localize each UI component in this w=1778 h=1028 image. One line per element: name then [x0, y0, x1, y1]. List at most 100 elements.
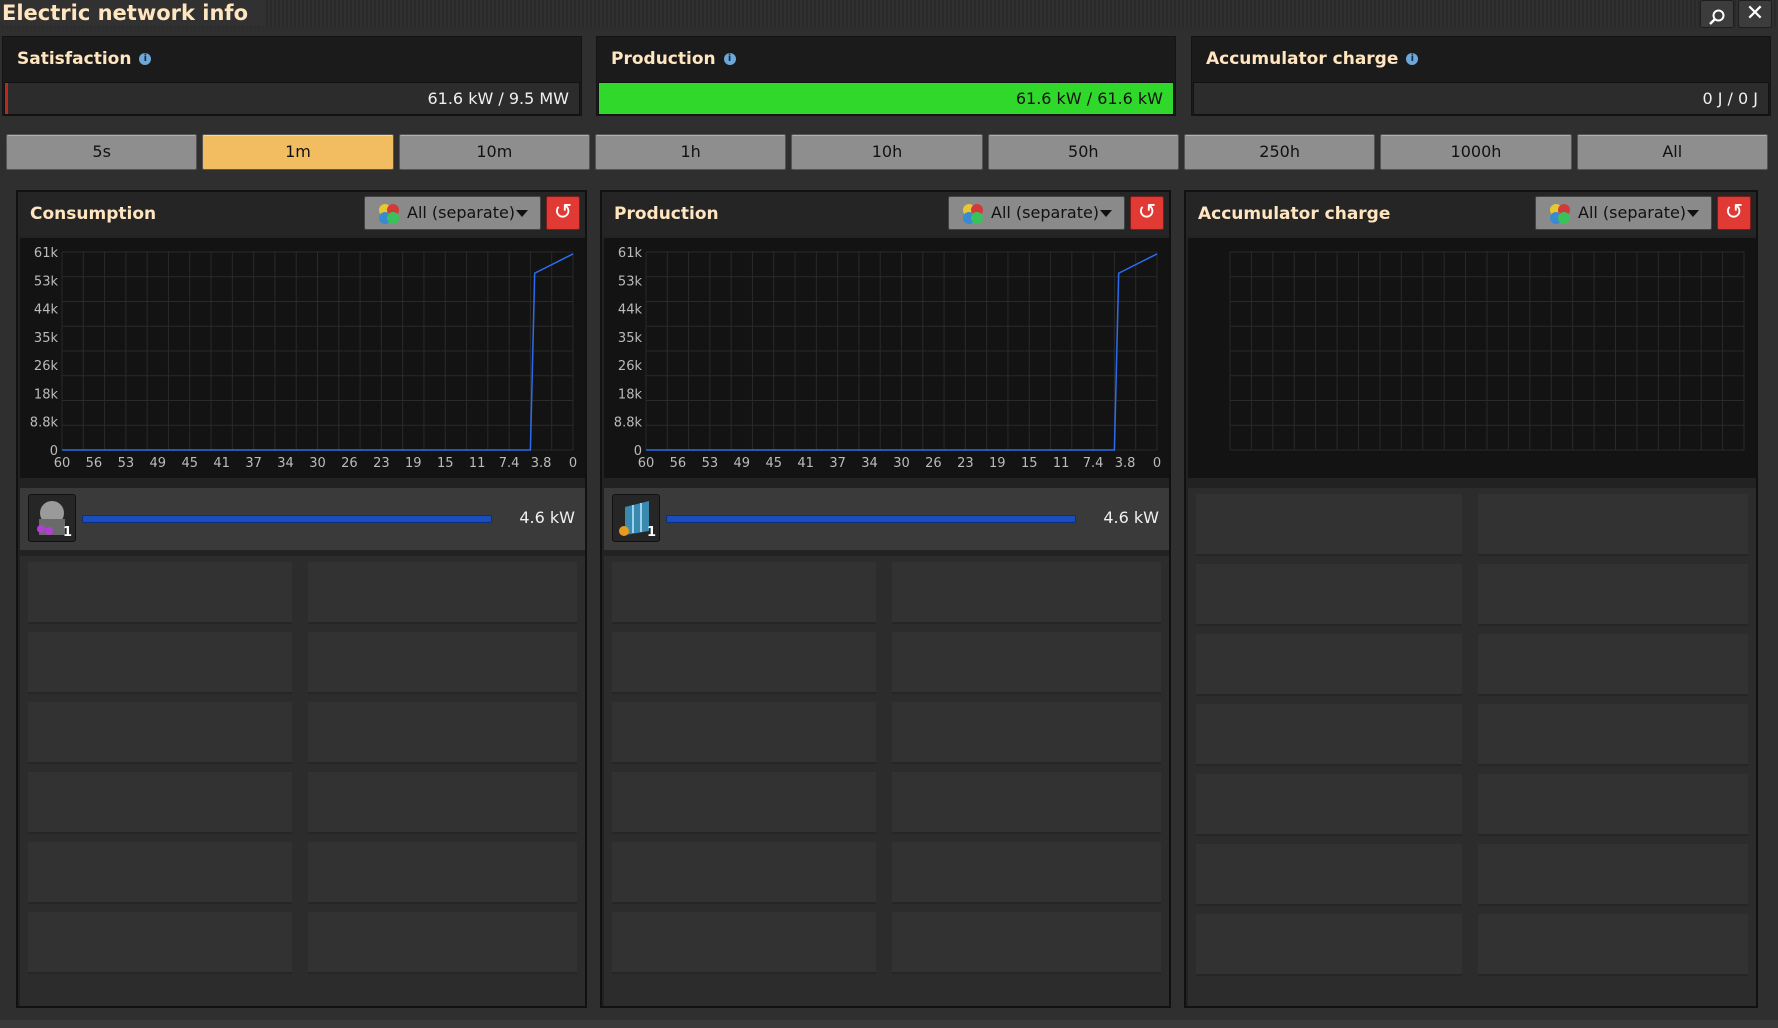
empty-slot	[1196, 704, 1462, 766]
tab-10h[interactable]: 10h	[791, 134, 983, 170]
entity-value: 4.6 kW	[519, 508, 575, 527]
x-tick-label: 15	[437, 456, 454, 471]
accumulator-header: Accumulator charge i	[1206, 49, 1419, 69]
x-tick-label: 37	[245, 456, 262, 471]
reset-icon: ↺	[1724, 200, 1744, 225]
filter-dropdown[interactable]: All (separate)	[1535, 196, 1712, 230]
reset-button[interactable]: ↺	[1130, 196, 1164, 230]
tab-1m[interactable]: 1m	[202, 134, 394, 170]
filter-dropdown[interactable]: All (separate)	[364, 196, 541, 230]
filter-label: All (separate)	[407, 203, 516, 222]
satisfaction-header: Satisfaction i	[17, 49, 152, 69]
accumulator-panel: Accumulator charge All (separate) ↺	[1184, 190, 1758, 1008]
close-button[interactable]: ✕	[1738, 0, 1772, 28]
info-icon[interactable]: i	[139, 53, 152, 65]
info-icon[interactable]: i	[723, 53, 736, 65]
x-tick-label: 49	[734, 456, 751, 471]
satisfaction-bar: 61.6 kW / 9.5 MW	[4, 82, 580, 115]
filter-label: All (separate)	[991, 203, 1100, 222]
x-tick-label: 0	[1153, 456, 1161, 471]
x-tick-label: 53	[702, 456, 719, 471]
panel-header: Accumulator charge All (separate) ↺	[1186, 192, 1756, 236]
x-tick-label: 41	[797, 456, 814, 471]
filter-dropdown[interactable]: All (separate)	[948, 196, 1125, 230]
empty-slot	[612, 702, 876, 764]
x-tick-label: 34	[277, 456, 294, 471]
x-tick-label: 23	[957, 456, 974, 471]
empty-slot	[892, 702, 1161, 764]
x-tick-label: 15	[1021, 456, 1038, 471]
tab-250h[interactable]: 250h	[1183, 134, 1376, 170]
entity-bar	[82, 515, 492, 523]
y-tick-label: 61k	[34, 246, 59, 261]
x-tick-label: 26	[925, 456, 942, 471]
empty-slot	[612, 912, 876, 974]
x-tick-label: 11	[1053, 456, 1070, 471]
lab-icon: 1	[28, 494, 76, 542]
search-button[interactable]	[1700, 0, 1734, 28]
empty-slot	[1196, 774, 1462, 836]
x-tick-label: 41	[213, 456, 230, 471]
empty-slot	[612, 772, 876, 834]
panel-header: Production All (separate) ↺	[602, 192, 1169, 236]
production-bar: 61.6 kW / 61.6 kW	[598, 82, 1174, 115]
empty-slot	[308, 842, 577, 904]
empty-slot	[892, 632, 1161, 694]
y-tick-label: 8.8k	[30, 416, 59, 431]
y-tick-label: 61k	[618, 246, 643, 261]
y-tick-label: 53k	[618, 274, 643, 289]
x-tick-label: 3.8	[531, 456, 552, 471]
chevron-down-icon	[1100, 210, 1112, 217]
entity-row[interactable]: 1 4.6 kW	[20, 488, 585, 550]
x-tick-label: 49	[150, 456, 167, 471]
y-tick-label: 18k	[34, 387, 59, 402]
x-tick-label: 45	[765, 456, 782, 471]
production-label: Production	[611, 49, 716, 69]
production-header: Production i	[611, 49, 736, 69]
all-signals-icon	[1550, 204, 1570, 224]
y-tick-label: 8.8k	[614, 416, 643, 431]
solar-panel-icon: 1	[612, 494, 660, 542]
tab-10m[interactable]: 10m	[398, 134, 590, 170]
close-icon: ✕	[1745, 1, 1765, 26]
accumulator-label: Accumulator charge	[1206, 49, 1399, 69]
accumulator-bar: 0 J / 0 J	[1193, 82, 1769, 115]
empty-slot	[1478, 494, 1748, 556]
entity-count: 1	[646, 525, 656, 540]
info-icon[interactable]: i	[1406, 53, 1419, 65]
entity-list	[604, 556, 1169, 1006]
tab-50h[interactable]: 50h	[987, 134, 1179, 170]
reset-button[interactable]: ↺	[546, 196, 580, 230]
x-tick-label: 0	[569, 456, 577, 471]
x-tick-label: 30	[893, 456, 910, 471]
x-tick-label: 34	[861, 456, 878, 471]
x-tick-label: 45	[181, 456, 198, 471]
tab-5s[interactable]: 5s	[6, 134, 198, 170]
empty-slot	[1196, 564, 1462, 626]
empty-slot	[1478, 634, 1748, 696]
production-panel: Production All (separate) ↺ 61k 53k 44k 35k…	[600, 190, 1171, 1008]
y-tick-label: 26k	[618, 359, 643, 374]
empty-slot	[308, 562, 577, 624]
panel-header: Consumption All (separate) ↺	[18, 192, 585, 236]
y-tick-label: 26k	[34, 359, 59, 374]
reset-icon: ↺	[553, 200, 573, 225]
empty-slot	[1478, 704, 1748, 766]
tab-1h[interactable]: 1h	[594, 134, 787, 170]
entity-list	[1188, 488, 1756, 1006]
entity-row[interactable]: 1 4.6 kW	[604, 488, 1169, 550]
x-tick-label: 7.4	[1083, 456, 1104, 471]
empty-slot	[612, 842, 876, 904]
empty-slot	[892, 562, 1161, 624]
empty-slot	[892, 912, 1161, 974]
empty-slot	[1478, 914, 1748, 976]
entity-list	[20, 556, 585, 1006]
production-box: Production i 61.6 kW / 61.6 kW	[596, 36, 1176, 116]
satisfaction-label: Satisfaction	[17, 49, 132, 69]
empty-slot	[28, 632, 292, 694]
all-signals-icon	[963, 204, 983, 224]
tab-all[interactable]: All	[1576, 134, 1768, 170]
production-value: 61.6 kW / 61.6 kW	[1015, 89, 1163, 108]
tab-1000h[interactable]: 1000h	[1380, 134, 1572, 170]
reset-button[interactable]: ↺	[1717, 196, 1751, 230]
